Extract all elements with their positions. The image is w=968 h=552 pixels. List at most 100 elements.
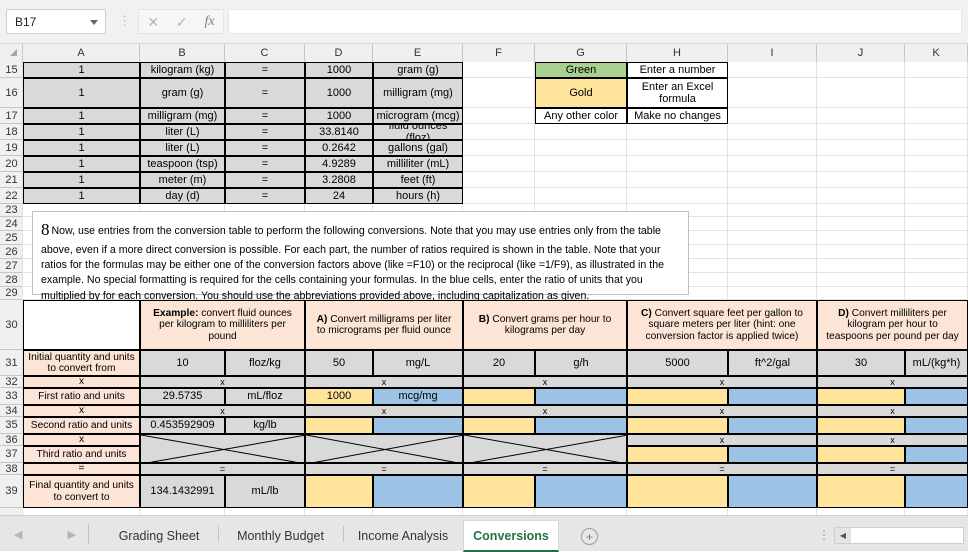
cell-d19[interactable]: 0.2642 [305, 140, 373, 156]
exercise-row-label-36[interactable]: x [23, 434, 140, 446]
operator-eq-a[interactable]: = [305, 463, 463, 475]
cell-c15[interactable]: = [225, 62, 305, 78]
cell-c21[interactable]: = [225, 172, 305, 188]
exercise-row-label-31[interactable]: Initial quantity and units to convert fr… [23, 350, 140, 376]
cell-c20[interactable]: = [225, 156, 305, 172]
row-header-37[interactable]: 37 [0, 446, 23, 463]
third-ratio-blocked-b[interactable] [463, 434, 627, 463]
row-header-26[interactable]: 26 [0, 245, 23, 259]
third-ratio-blocked-example[interactable] [140, 434, 305, 463]
initial-value-c[interactable]: 5000 [627, 350, 728, 376]
final-units-a[interactable] [373, 475, 463, 508]
second-ratio-units-example[interactable]: kg/lb [225, 417, 305, 434]
cell-a22[interactable]: 1 [23, 188, 140, 204]
cell-b20[interactable]: teaspoon (tsp) [140, 156, 225, 172]
operator-x-d-2[interactable]: x [817, 405, 968, 417]
column-header-j[interactable]: J [817, 44, 905, 62]
chevron-down-icon[interactable] [90, 20, 98, 25]
exercise-row-label-33[interactable]: First ratio and units [23, 388, 140, 405]
final-units-example[interactable]: mL/lb [225, 475, 305, 508]
second-ratio-units-c[interactable] [728, 417, 817, 434]
column-header-h[interactable]: H [627, 44, 728, 62]
operator-x-b-1[interactable]: x [463, 376, 627, 388]
cell-c17[interactable]: = [225, 108, 305, 124]
cell-e15[interactable]: gram (g) [373, 62, 463, 78]
close-icon[interactable]: ✕ [147, 15, 159, 29]
cell-d17[interactable]: 1000 [305, 108, 373, 124]
cell-b15[interactable]: kilogram (kg) [140, 62, 225, 78]
operator-eq-c[interactable]: = [627, 463, 817, 475]
next-sheet-icon[interactable]: ▶ [68, 528, 76, 541]
cell-a18[interactable]: 1 [23, 124, 140, 140]
first-ratio-value-d[interactable] [817, 388, 905, 405]
row-header-28[interactable]: 28 [0, 273, 23, 287]
operator-eq-d[interactable]: = [817, 463, 968, 475]
exercise-row-label-34[interactable]: x [23, 405, 140, 417]
scroll-left-icon[interactable]: ◀ [835, 528, 851, 543]
row-header-27[interactable]: 27 [0, 259, 23, 273]
column-header-g[interactable]: G [535, 44, 627, 62]
row-header-38[interactable]: 38 [0, 463, 23, 475]
second-ratio-units-a[interactable] [373, 417, 463, 434]
exercise-row-label-38[interactable]: = [23, 463, 140, 475]
formula-input[interactable] [228, 9, 962, 34]
row-header-36[interactable]: 36 [0, 434, 23, 446]
cell-d15[interactable]: 1000 [305, 62, 373, 78]
third-ratio-value-d[interactable] [817, 446, 905, 463]
cell-a19[interactable]: 1 [23, 140, 140, 156]
row-header-16[interactable]: 16 [0, 78, 23, 108]
check-icon[interactable]: ✓ [176, 15, 188, 29]
cell-e17[interactable]: microgram (mcg) [373, 108, 463, 124]
cell-a15[interactable]: 1 [23, 62, 140, 78]
initial-units-example[interactable]: floz/kg [225, 350, 305, 376]
third-ratio-value-c[interactable] [627, 446, 728, 463]
initial-units-a[interactable]: mg/L [373, 350, 463, 376]
legend-action-2[interactable]: Make no changes [627, 108, 728, 124]
row-header-17[interactable]: 17 [0, 108, 23, 124]
operator-x-example-2[interactable]: x [140, 405, 305, 417]
row-header-39[interactable]: 39 [0, 475, 23, 508]
row-header-19[interactable]: 19 [0, 140, 23, 156]
final-value-d[interactable] [817, 475, 905, 508]
row-header-32[interactable]: 32 [0, 376, 23, 388]
second-ratio-value-c[interactable] [627, 417, 728, 434]
row-header-23[interactable]: 23 [0, 204, 23, 217]
first-ratio-value-c[interactable] [627, 388, 728, 405]
first-ratio-units-d[interactable] [905, 388, 968, 405]
cell-e18[interactable]: fluid ounces (floz) [373, 124, 463, 140]
column-header-k[interactable]: K [905, 44, 968, 62]
row-header-29[interactable]: 29 [0, 287, 23, 300]
column-header-d[interactable]: D [305, 44, 373, 62]
final-units-b[interactable] [535, 475, 627, 508]
cell-e21[interactable]: feet (ft) [373, 172, 463, 188]
cell-c16[interactable]: = [225, 78, 305, 108]
row-header-31[interactable]: 31 [0, 350, 23, 376]
third-ratio-blocked-a[interactable] [305, 434, 463, 463]
first-ratio-value-b[interactable] [463, 388, 535, 405]
row-header-33[interactable]: 33 [0, 388, 23, 405]
sheet-tab-income-analysis[interactable]: Income Analysis [343, 521, 463, 551]
second-ratio-value-example[interactable]: 0.453592909 [140, 417, 225, 434]
third-ratio-units-c[interactable] [728, 446, 817, 463]
exercise-row-label-35[interactable]: Second ratio and units [23, 417, 140, 434]
add-sheet-button[interactable]: + [581, 528, 598, 545]
exercise-row-label-39[interactable]: Final quantity and units to convert to [23, 475, 140, 508]
first-ratio-units-c[interactable] [728, 388, 817, 405]
exercise-header-1[interactable]: A) Convert milligrams per liter to micro… [305, 300, 463, 350]
second-ratio-units-b[interactable] [535, 417, 627, 434]
row-header-22[interactable]: 22 [0, 188, 23, 204]
operator-x-c-1[interactable]: x [627, 376, 817, 388]
legend-color-0[interactable]: Green [535, 62, 627, 78]
name-box[interactable]: B17 [6, 9, 106, 34]
exercise-row-label-37[interactable]: Third ratio and units [23, 446, 140, 463]
initial-value-d[interactable]: 30 [817, 350, 905, 376]
final-units-d[interactable] [905, 475, 968, 508]
final-value-c[interactable] [627, 475, 728, 508]
cell-b16[interactable]: gram (g) [140, 78, 225, 108]
exercise-corner-cell[interactable] [23, 300, 140, 350]
initial-units-b[interactable]: g/h [535, 350, 627, 376]
second-ratio-value-d[interactable] [817, 417, 905, 434]
second-ratio-value-b[interactable] [463, 417, 535, 434]
cell-a16[interactable]: 1 [23, 78, 140, 108]
cell-a21[interactable]: 1 [23, 172, 140, 188]
